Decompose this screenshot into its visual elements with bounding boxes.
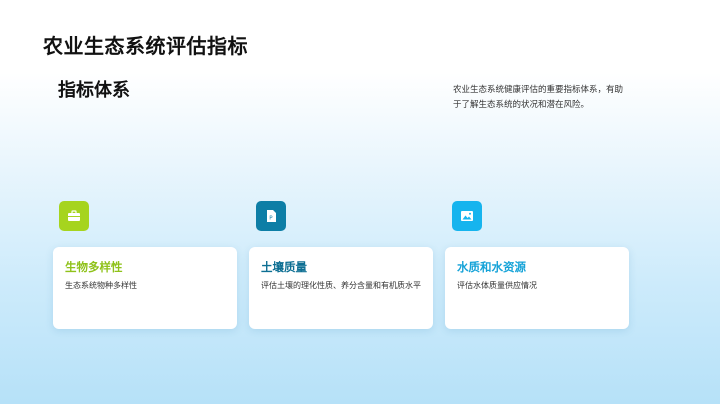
card-text: 评估土壤的理化性质、养分含量和有机质水平 xyxy=(261,281,421,290)
document-icon: P xyxy=(256,201,286,231)
card-text: 评估水体质量供应情况 xyxy=(457,281,537,290)
slide: 农业生态系统评估指标 指标体系 农业生态系统健康评估的重要指标体系，有助于了解生… xyxy=(0,0,720,404)
image-icon xyxy=(452,201,482,231)
description-text: 农业生态系统健康评估的重要指标体系，有助于了解生态系统的状况和潜在风险。 xyxy=(453,85,624,110)
card-water-resources: 水质和水资源 评估水体质量供应情况 xyxy=(445,247,629,329)
card-text: 生态系统物种多样性 xyxy=(65,281,137,290)
section-subtitle: 指标体系 xyxy=(58,80,130,101)
briefcase-icon xyxy=(59,201,89,231)
page-title: 农业生态系统评估指标 xyxy=(43,34,248,58)
card-soil-quality: 土壤质量 评估土壤的理化性质、养分含量和有机质水平 xyxy=(249,247,433,329)
card-biodiversity: 生物多样性 生态系统物种多样性 xyxy=(53,247,237,329)
card-title: 生物多样性 xyxy=(65,260,123,274)
card-title: 土壤质量 xyxy=(261,260,307,274)
card-title: 水质和水资源 xyxy=(457,260,526,274)
